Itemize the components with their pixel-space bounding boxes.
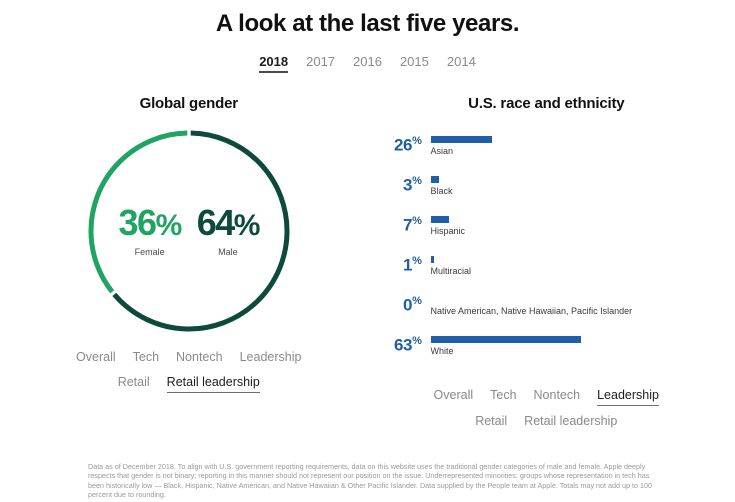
race-filters: Overall Tech Nontech Leadership Retail R… <box>368 388 726 431</box>
gender-filter-tech[interactable]: Tech <box>133 350 159 367</box>
bar-label-hispanic: Hispanic <box>430 226 466 236</box>
gender-donut-chart: 36% Female 64% Male <box>84 126 294 336</box>
race-ethnicity-bar-chart: 26% Asian 3% Black 7% Hispanic 1% Multir… <box>368 134 726 374</box>
bar-row-hispanic: 7% Hispanic <box>374 214 726 254</box>
bar-body-multiracial: Multiracial <box>422 254 472 276</box>
global-gender-panel: Global gender 36% Female 64% Male Overal… <box>10 95 368 431</box>
race-filter-retail-leadership[interactable]: Retail leadership <box>524 414 617 431</box>
bar-label-white: White <box>430 346 454 356</box>
bar-row-asian: 26% Asian <box>374 134 726 174</box>
bar-body-white: White <box>422 334 581 356</box>
female-label: Female <box>134 247 165 257</box>
gender-filter-nontech[interactable]: Nontech <box>176 350 223 367</box>
gender-filter-leadership[interactable]: Leadership <box>240 350 302 367</box>
bar-label-multiracial: Multiracial <box>430 266 472 276</box>
donut-segment-male: 64% Male <box>196 202 261 258</box>
gender-filter-overall[interactable]: Overall <box>76 350 116 367</box>
bar-percent-asian: 26% <box>394 135 422 155</box>
year-tabs: 2018 2017 2016 2015 2014 <box>0 54 735 73</box>
gender-filters: Overall Tech Nontech Leadership Retail R… <box>10 350 368 393</box>
bar-percent-multiracial: 1% <box>403 255 422 275</box>
bar-fill-hispanic <box>430 216 449 223</box>
bar-fill-black <box>430 176 439 183</box>
race-filters-row-2: Retail Retail leadership <box>475 414 617 431</box>
race-filter-overall[interactable]: Overall <box>434 388 474 406</box>
year-tab-2014[interactable]: 2014 <box>447 54 476 73</box>
bar-label-asian: Asian <box>430 146 454 156</box>
bar-fill-white <box>430 336 581 343</box>
gender-diversity-report: A look at the last five years. 2018 2017… <box>0 10 735 502</box>
global-gender-title: Global gender <box>139 95 238 112</box>
gender-filters-row-1: Overall Tech Nontech Leadership <box>76 350 301 367</box>
bar-percent-black: 3% <box>403 175 422 195</box>
bar-percent-hispanic: 7% <box>403 215 422 235</box>
bar-row-black: 3% Black <box>374 174 726 214</box>
race-filter-leadership[interactable]: Leadership <box>597 388 659 406</box>
year-tab-2015[interactable]: 2015 <box>400 54 429 73</box>
bar-body-black: Black <box>422 174 453 196</box>
gender-filter-retail[interactable]: Retail <box>118 375 150 393</box>
gender-filter-retail-leadership[interactable]: Retail leadership <box>166 375 260 393</box>
bar-percent-white: 63% <box>394 335 422 355</box>
male-percent: 64% <box>196 202 261 243</box>
bar-row-multiracial: 1% Multiracial <box>374 254 726 294</box>
bar-percent-native-american: 0% <box>403 295 422 315</box>
bar-fill-asian <box>430 136 492 143</box>
bar-body-hispanic: Hispanic <box>422 214 466 236</box>
charts-container: Global gender 36% Female 64% Male Overal… <box>0 95 735 431</box>
race-ethnicity-title: U.S. race and ethnicity <box>468 95 625 112</box>
year-tab-2017[interactable]: 2017 <box>306 54 335 73</box>
donut-center-labels: 36% Female 64% Male <box>84 126 294 336</box>
donut-segment-female: 36% Female <box>118 202 183 258</box>
bar-fill-multiracial <box>430 256 434 263</box>
gender-filters-row-2: Retail Retail leadership <box>118 375 260 393</box>
female-percent: 36% <box>118 202 183 243</box>
race-filter-retail[interactable]: Retail <box>475 414 507 431</box>
year-tab-2018[interactable]: 2018 <box>259 54 289 73</box>
bar-body-asian: Asian <box>422 134 492 156</box>
race-ethnicity-panel: U.S. race and ethnicity 26% Asian 3% Bla… <box>368 95 726 431</box>
bar-row-native-american: 0% Native American, Native Hawaiian, Pac… <box>374 294 726 334</box>
page-title: A look at the last five years. <box>215 10 520 37</box>
race-filter-nontech[interactable]: Nontech <box>534 388 581 406</box>
bar-label-black: Black <box>430 186 453 196</box>
male-label: Male <box>218 247 238 257</box>
bar-row-white: 63% White <box>374 334 726 374</box>
race-filter-tech[interactable]: Tech <box>490 388 516 406</box>
year-tab-2016[interactable]: 2016 <box>353 54 382 73</box>
race-filters-row-1: Overall Tech Nontech Leadership <box>434 388 659 406</box>
footnote-text: Data as of December 2018. To align with … <box>88 461 652 500</box>
bar-body-native-american: Native American, Native Hawaiian, Pacifi… <box>422 294 633 316</box>
bar-label-native-american: Native American, Native Hawaiian, Pacifi… <box>430 306 633 316</box>
